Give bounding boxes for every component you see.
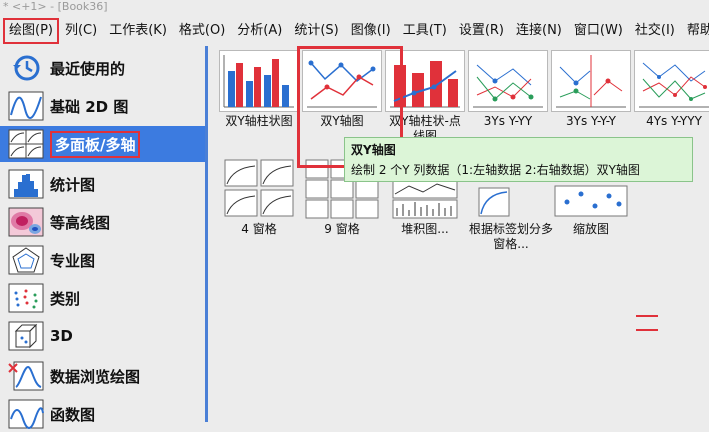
template-double-y-column[interactable]: 双Y轴柱状图 — [218, 50, 300, 129]
menu-format[interactable]: 格式(O) — [173, 18, 231, 44]
template-label: 9 窗格 — [324, 222, 360, 236]
menu-social[interactable]: 社交(I) — [629, 18, 681, 44]
recent-clock-icon — [8, 52, 44, 84]
category-recent[interactable]: 最近使用的 — [0, 50, 205, 86]
annotation-mark — [636, 315, 658, 317]
line-curve-icon — [8, 90, 44, 122]
category-basic-2d[interactable]: 基础 2D 图 — [0, 88, 205, 124]
category-multi-panel[interactable]: 多面板/多轴 — [0, 126, 205, 162]
category-3d[interactable]: 3D — [0, 318, 205, 354]
menu-column[interactable]: 列(C) — [59, 18, 103, 44]
data-explore-icon — [8, 360, 44, 392]
annotation-mark — [636, 329, 658, 331]
tooltip-title: 双Y轴图 — [351, 143, 396, 157]
plot-category-sidebar: 最近使用的 基础 2D 图 多面板/多轴 统计图 等高线图 专业图 类别 3D … — [0, 46, 208, 429]
category-label: 函数图 — [50, 405, 96, 424]
template-4ys-y-yyy[interactable]: 4Ys Y-YYY — [633, 50, 709, 129]
menu-image[interactable]: 图像(I) — [345, 18, 397, 44]
category-data-explore[interactable]: 数据浏览绘图 — [0, 358, 205, 394]
menu-worksheet[interactable]: 工作表(K) — [103, 18, 173, 44]
menu-connect[interactable]: 连接(N) — [510, 18, 568, 44]
template-gallery: 双Y轴柱状图 双Y轴图 双Y轴柱状-点线图 3Ys Y-YY 3Ys Y-Y-Y… — [210, 46, 709, 422]
three-y-y-y-icon — [551, 50, 631, 112]
four-y-yyy-icon — [634, 50, 709, 112]
four-panel-icon — [219, 158, 299, 220]
category-specialized[interactable]: 专业图 — [0, 242, 205, 278]
menu-statistics[interactable]: 统计(S) — [288, 18, 344, 44]
template-label: 4 窗格 — [241, 222, 277, 236]
menu-bar: 绘图(P) 列(C) 工作表(K) 格式(O) 分析(A) 统计(S) 图像(I… — [0, 16, 709, 46]
template-label: 3Ys Y-YY — [483, 114, 533, 128]
cube-icon — [8, 320, 44, 352]
category-label: 最近使用的 — [50, 59, 126, 78]
scatter-icon — [8, 282, 44, 314]
template-label: 3Ys Y-Y-Y — [566, 114, 616, 128]
category-label: 多面板/多轴 — [50, 130, 141, 158]
category-label: 数据浏览绘图 — [50, 367, 141, 386]
double-y-column-icon — [219, 50, 299, 112]
function-icon — [8, 398, 44, 430]
category-label: 统计图 — [50, 175, 96, 194]
menu-help[interactable]: 帮助 — [681, 18, 709, 44]
category-label: 基础 2D 图 — [50, 97, 129, 116]
tooltip-description: 绘制 2 个Y 列数据（1:左轴数据 2:右轴数据）双Y轴图 — [351, 163, 640, 177]
window-title: * <+1> - [Book36] — [0, 0, 709, 16]
menu-plot[interactable]: 绘图(P) — [3, 18, 59, 44]
category-label: 类别 — [50, 289, 81, 308]
category-function[interactable]: 函数图 — [0, 396, 205, 432]
menu-settings[interactable]: 设置(R) — [453, 18, 510, 44]
menu-analysis[interactable]: 分析(A) — [231, 18, 288, 44]
histogram-icon — [8, 168, 44, 200]
category-label: 专业图 — [50, 251, 96, 270]
template-tooltip: 双Y轴图 绘制 2 个Y 列数据（1:左轴数据 2:右轴数据）双Y轴图 — [344, 137, 693, 182]
category-label: 3D — [50, 327, 73, 345]
template-label: 4Ys Y-YYY — [646, 114, 702, 128]
category-statistics[interactable]: 统计图 — [0, 166, 205, 202]
three-y-yyy-icon — [468, 50, 548, 112]
category-categorical[interactable]: 类别 — [0, 280, 205, 316]
menu-window[interactable]: 窗口(W) — [568, 18, 629, 44]
multi-panel-icon — [8, 128, 44, 160]
template-4-panel[interactable]: 4 窗格 — [218, 158, 300, 237]
polar-icon — [8, 244, 44, 276]
template-3ys-y-y-y[interactable]: 3Ys Y-Y-Y — [550, 50, 632, 129]
category-label: 等高线图 — [50, 213, 111, 232]
category-contour[interactable]: 等高线图 — [0, 204, 205, 240]
template-label: 缩放图 — [572, 222, 609, 236]
template-label: 根据标签划分多窗格... — [468, 222, 553, 251]
menu-tools[interactable]: 工具(T) — [397, 18, 453, 44]
template-label: 堆积图... — [401, 222, 449, 236]
contour-icon — [8, 206, 44, 238]
template-3ys-y-yy[interactable]: 3Ys Y-YY — [467, 50, 549, 129]
template-label: 双Y轴柱状图 — [225, 114, 293, 128]
